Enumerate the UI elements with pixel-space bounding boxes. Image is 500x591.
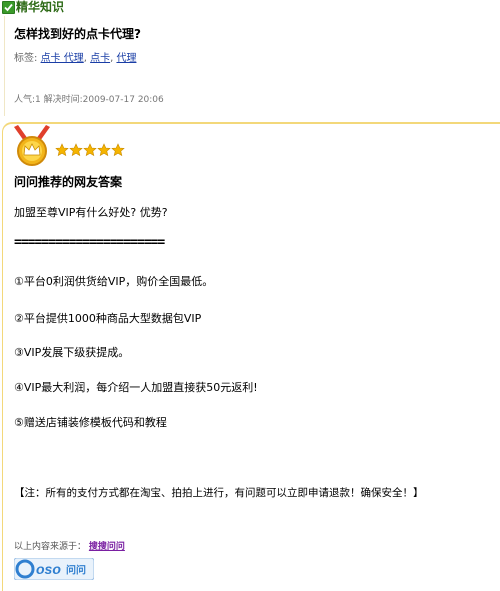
answer-note: 【注：所有的支付方式都在淘宝、拍拍上进行，有问题可以立即申请退款！确保安全！】 [14, 487, 424, 499]
answer-paragraph: ①平台0利润供货给VIP，购价全国最低。 [14, 275, 214, 288]
text-divider: ====================== [14, 235, 165, 250]
question-title: 怎样找到好的点卡代理? [14, 27, 141, 41]
answer-paragraph: ⑤赠送店铺装修模板代码和教程 [14, 416, 167, 429]
section-title: 精华知识 [16, 0, 65, 14]
star-icon [111, 143, 125, 157]
rating-stars [55, 142, 127, 161]
answer-heading: 问问推荐的网友答案 [14, 175, 123, 189]
tag-link[interactable]: 点卡 代理 [41, 53, 84, 64]
star-icon [97, 143, 111, 157]
answer-paragraph: ④VIP最大利润，每介绍一人加盟直接获50元返利! [14, 381, 258, 394]
svg-text:oso: oso [36, 561, 61, 577]
section-header [0, 0, 500, 16]
tag-link[interactable]: 点卡 [90, 53, 110, 64]
answer-paragraph: ③VIP发展下级获提成。 [14, 346, 130, 359]
star-icon [55, 143, 69, 157]
crown-medal-icon [14, 125, 50, 166]
soso-logo[interactable]: oso 问问 [14, 558, 94, 580]
star-icon [69, 143, 83, 157]
source-row: 以上内容来源于： 搜搜问问 [14, 542, 125, 553]
svg-text:问问: 问问 [66, 564, 86, 577]
answer-paragraph: 加盟至尊VIP有什么好处? 优势? [14, 206, 168, 219]
source-label: 以上内容来源于： [14, 542, 87, 552]
tags-row: 标签: 点卡 代理, 点卡, 代理 [14, 53, 137, 64]
question-meta: 人气:1 解决时间:2009-07-17 20:06 [14, 95, 164, 105]
star-icon [83, 143, 97, 157]
source-link[interactable]: 搜搜问问 [89, 542, 125, 552]
answer-paragraph: ②平台提供1000种商品大型数据包VIP [14, 312, 202, 325]
tag-link[interactable]: 代理 [116, 53, 136, 64]
tags-label: 标签: [14, 53, 38, 64]
check-icon [2, 1, 15, 14]
